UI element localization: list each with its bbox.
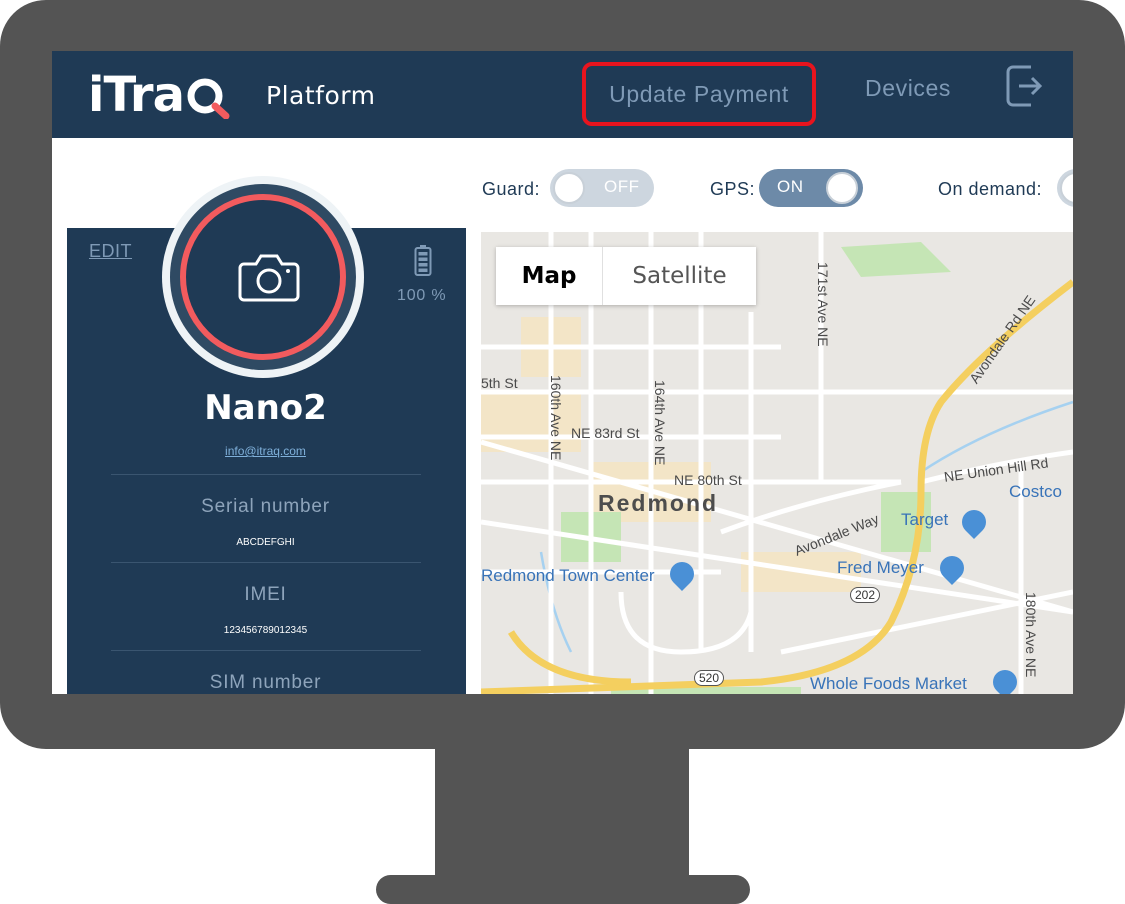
map-type-map-button[interactable]: Map [496, 247, 603, 305]
sim-number-label: SIM number [209, 672, 322, 693]
map-street-label: 164th Ave NE [652, 380, 668, 466]
map-street-label: NE 83rd St [571, 425, 640, 441]
poi-town-center-label[interactable]: Redmond Town Center [481, 566, 655, 586]
poi-whole-foods-label[interactable]: Whole Foods Market [810, 674, 967, 694]
map-city-label: Redmond [598, 490, 719, 516]
edit-link[interactable]: EDIT [89, 241, 132, 262]
app-header: iTra Platform Update Payment Devices [52, 51, 1073, 138]
guard-toggle-state: OFF [604, 177, 640, 196]
logout-icon[interactable] [1005, 63, 1045, 109]
serial-number-value: ABCDEFGHI [236, 537, 295, 548]
update-payment-link[interactable]: Update Payment [582, 62, 816, 126]
on-demand-label: On demand: [938, 179, 1043, 199]
guard-label: Guard: [482, 179, 541, 199]
on-demand-toggle[interactable] [1057, 169, 1073, 207]
device-name: Nano2 [204, 388, 327, 428]
map-type-control: Map Satellite [496, 247, 756, 305]
map-type-satellite-button[interactable]: Satellite [603, 247, 756, 305]
device-photo-button[interactable] [180, 194, 346, 360]
map-street-label: 5th St [481, 375, 518, 391]
poi-target-label[interactable]: Target [901, 510, 948, 530]
camera-icon [238, 254, 300, 302]
divider [111, 650, 421, 651]
guard-toggle[interactable]: OFF [550, 169, 654, 207]
gps-toggle-state: ON [777, 177, 804, 196]
map-view[interactable]: 171st Ave NE Avondale Rd NE 5th St 160th… [481, 232, 1073, 694]
map-street-label: 171st Ave NE [815, 262, 831, 347]
on-demand-toggle-knob [1060, 172, 1073, 204]
map-street-label: NE 80th St [674, 472, 742, 488]
devices-link[interactable]: Devices [865, 75, 951, 102]
battery-level: 100 % [397, 287, 447, 304]
guard-toggle-knob [553, 172, 585, 204]
poi-fred-meyer-label[interactable]: Fred Meyer [837, 558, 924, 578]
gps-toggle-knob [826, 172, 858, 204]
battery-icon [414, 245, 432, 276]
monitor-base [376, 875, 750, 904]
gps-label: GPS: [710, 179, 756, 199]
divider [111, 562, 421, 563]
route-520-shield: 520 [694, 670, 725, 686]
monitor-stand [435, 745, 689, 879]
gps-toggle[interactable]: ON [759, 169, 863, 207]
logo-magnifier-icon [187, 78, 230, 119]
update-payment-label: Update Payment [609, 80, 789, 107]
imei-label: IMEI [244, 584, 287, 605]
divider [111, 474, 421, 475]
map-street-label: 160th Ave NE [548, 375, 564, 461]
itraq-logo[interactable]: iTra [88, 59, 230, 119]
map-street-label: 180th Ave NE [1023, 592, 1039, 678]
logo-platform-text: Platform [266, 81, 376, 110]
imei-value: 123456789012345 [223, 625, 308, 636]
device-email-link[interactable]: info@itraq.com [52, 444, 479, 458]
poi-costco-label[interactable]: Costco [1009, 482, 1062, 502]
logo-wordmark: iTra [88, 67, 185, 123]
serial-number-label: Serial number [201, 496, 330, 517]
route-202-shield: 202 [850, 587, 881, 603]
app-screen: iTra Platform Update Payment Devices Gua… [52, 51, 1073, 694]
